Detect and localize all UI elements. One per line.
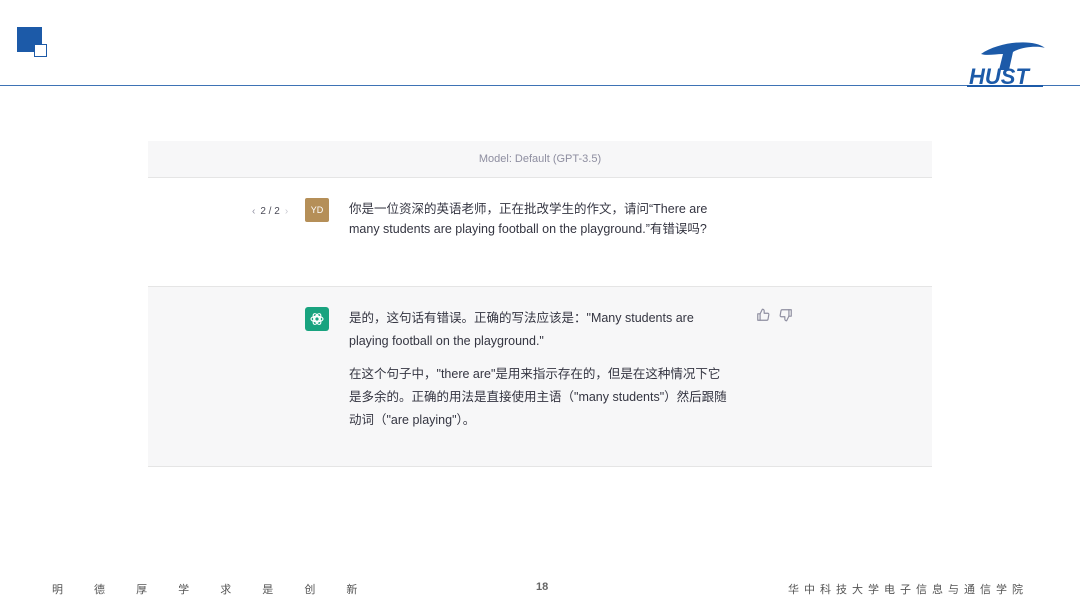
response-pager: ‹ 2 / 2 ›: [252, 206, 288, 217]
thumbs-up-icon[interactable]: [756, 308, 770, 322]
model-label: Model: Default (GPT-3.5): [478, 153, 602, 165]
user-avatar: YD: [305, 198, 329, 222]
assistant-message-text: 是的，这句话有错误。正确的写法应该是："Many students are pl…: [349, 307, 729, 442]
chevron-right-icon[interactable]: ›: [285, 206, 288, 217]
header-divider: [0, 85, 1080, 86]
footer-institution: 华中科技大学电子信息与通信学院: [788, 584, 1028, 596]
corner-square-decoration: [17, 27, 49, 59]
chevron-left-icon[interactable]: ‹: [252, 206, 255, 217]
thumbs-down-icon[interactable]: [779, 308, 793, 322]
assistant-message-row: 是的，这句话有错误。正确的写法应该是："Many students are pl…: [148, 287, 932, 467]
pager-count: 2 / 2: [260, 206, 280, 217]
footer-motto: 明 德 厚 学 求 是 创 新: [52, 584, 372, 596]
user-message-text: 你是一位资深的英语老师，正在批改学生的作文，请问“There are many …: [349, 202, 708, 236]
feedback-buttons: [756, 308, 793, 322]
model-label-bar: Model: Default (GPT-3.5): [148, 141, 932, 178]
hust-logo: HUST: [963, 40, 1049, 92]
chat-panel: Model: Default (GPT-3.5) ‹ 2 / 2 › YD 你是…: [148, 141, 932, 467]
assistant-paragraph-2: 在这个句子中，"there are"是用来指示存在的，但是在这种情况下它是多余的…: [349, 367, 727, 427]
chatgpt-logo-icon: [305, 307, 329, 331]
page-number: 18: [536, 581, 549, 593]
user-message-row: ‹ 2 / 2 › YD 你是一位资深的英语老师，正在批改学生的作文，请问“Th…: [148, 178, 932, 287]
assistant-paragraph-1: 是的，这句话有错误。正确的写法应该是："Many students are pl…: [349, 311, 694, 348]
